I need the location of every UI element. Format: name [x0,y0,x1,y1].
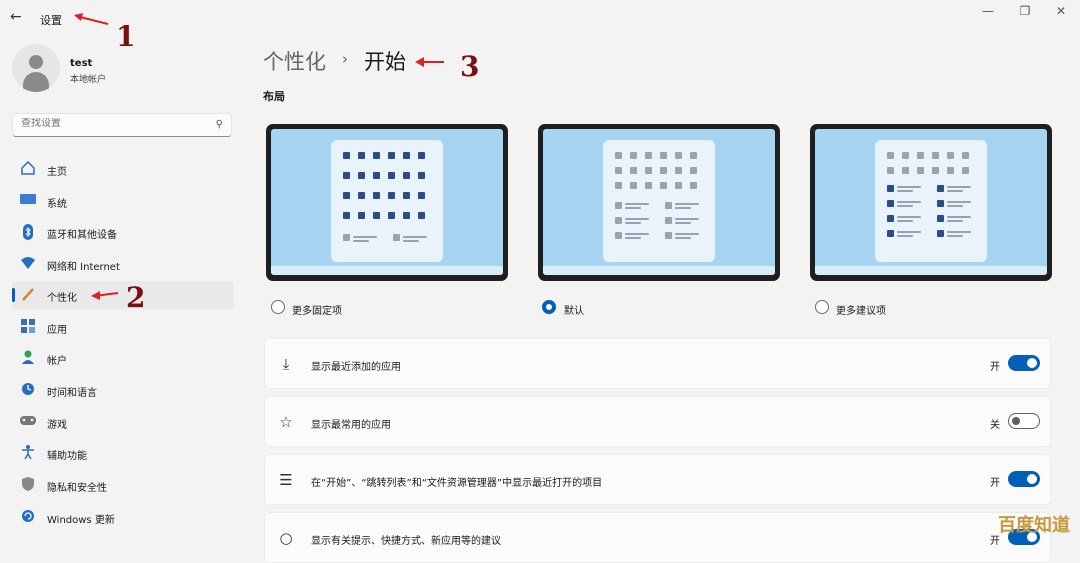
download-icon: ⤓ [282,355,290,373]
windows-update-icon [20,509,36,525]
layout-section-title: 布局 [263,90,285,103]
minimize-icon[interactable]: — [973,4,1003,18]
annotation-number-1: 1 [116,20,136,53]
account-icon [20,350,36,366]
time-language-icon [20,382,36,398]
layout-preview-default[interactable] [538,124,780,281]
breadcrumb-parent[interactable]: 个性化 [263,46,326,76]
setting-row-most-used-apps: ☆ 显示最常用的应用 关 [264,396,1051,447]
app-title: 设置 [40,14,62,27]
annotation-arrow-2 [91,291,119,300]
apps-icon [20,319,36,335]
toggle-state: 开 [990,478,1000,489]
active-indicator [12,288,15,302]
network-icon [20,256,36,272]
annotation-number-2: 2 [126,281,146,314]
sidebar-item-accessibility[interactable]: 辅助功能 [12,439,234,467]
star-icon: ☆ [279,413,293,431]
toggle-state: 开 [990,362,1000,373]
toggle-state: 关 [990,420,1000,431]
annotation-arrow-1 [74,13,109,25]
watermark: 百度知道 [998,515,1070,536]
page-title: 开始 [364,50,406,74]
sidebar-item-network[interactable]: 网络和 Internet [12,250,234,278]
annotation-arrow-3 [415,57,444,67]
avatar[interactable] [12,44,60,92]
sidebar-item-windows-update[interactable]: Windows 更新 [12,503,234,531]
radio-label-more-recommendations: 更多建议项 [836,306,886,317]
radio-label-more-pins: 更多固定项 [292,306,342,317]
sidebar-item-gaming[interactable]: 游戏 [12,408,234,436]
user-name: test [70,58,93,69]
close-icon[interactable]: ✕ [1046,4,1076,18]
toggle-most-used-apps[interactable] [1008,413,1040,429]
toggle-recent-items[interactable] [1008,471,1040,487]
maximize-icon[interactable]: ❐ [1010,4,1040,18]
account-type: 本地帐户 [70,75,107,85]
privacy-shield-icon [20,477,36,493]
search-input[interactable] [21,118,201,129]
search-box[interactable]: ⚲ [12,113,232,137]
layout-preview-more-recommendations[interactable] [810,124,1052,281]
gaming-icon [20,414,36,430]
sidebar-item-apps[interactable]: 应用 [12,313,234,341]
personalization-icon [20,287,36,303]
bluetooth-icon [20,224,36,240]
radio-default[interactable] [542,300,556,314]
lightbulb-icon: ○ [279,529,293,547]
setting-row-recent-apps: ⤓ 显示最近添加的应用 开 [264,338,1051,389]
annotation-number-3: 3 [460,50,480,83]
list-icon: ☰ [279,471,293,489]
sidebar-item-time-language[interactable]: 时间和语言 [12,376,234,404]
layout-preview-more-pins[interactable] [266,124,508,281]
breadcrumb-separator: › [342,50,348,68]
home-icon [20,160,36,177]
system-icon [20,193,36,209]
sidebar-item-accounts[interactable]: 帐户 [12,344,234,372]
back-arrow-icon[interactable]: ← [10,9,22,25]
search-icon[interactable]: ⚲ [216,119,223,130]
radio-more-recommendations[interactable] [815,300,829,314]
toggle-recent-apps[interactable] [1008,355,1040,371]
setting-row-recent-items: ☰ 在“开始”、“跳转列表”和“文件资源管理器”中显示最近打开的项目 开 [264,454,1051,505]
sidebar-item-bluetooth[interactable]: 蓝牙和其他设备 [12,218,234,246]
radio-label-default: 默认 [564,306,584,317]
radio-more-pins[interactable] [271,300,285,314]
sidebar-item-home[interactable]: 主页 [12,155,234,183]
accessibility-icon [20,445,36,461]
setting-row-tips: ○ 显示有关提示、快捷方式、新应用等的建议 开 [264,512,1051,563]
sidebar-item-system[interactable]: 系统 [12,187,234,215]
sidebar-item-privacy[interactable]: 隐私和安全性 [12,471,234,499]
sidebar-item-personalization[interactable]: 个性化 [12,281,234,309]
